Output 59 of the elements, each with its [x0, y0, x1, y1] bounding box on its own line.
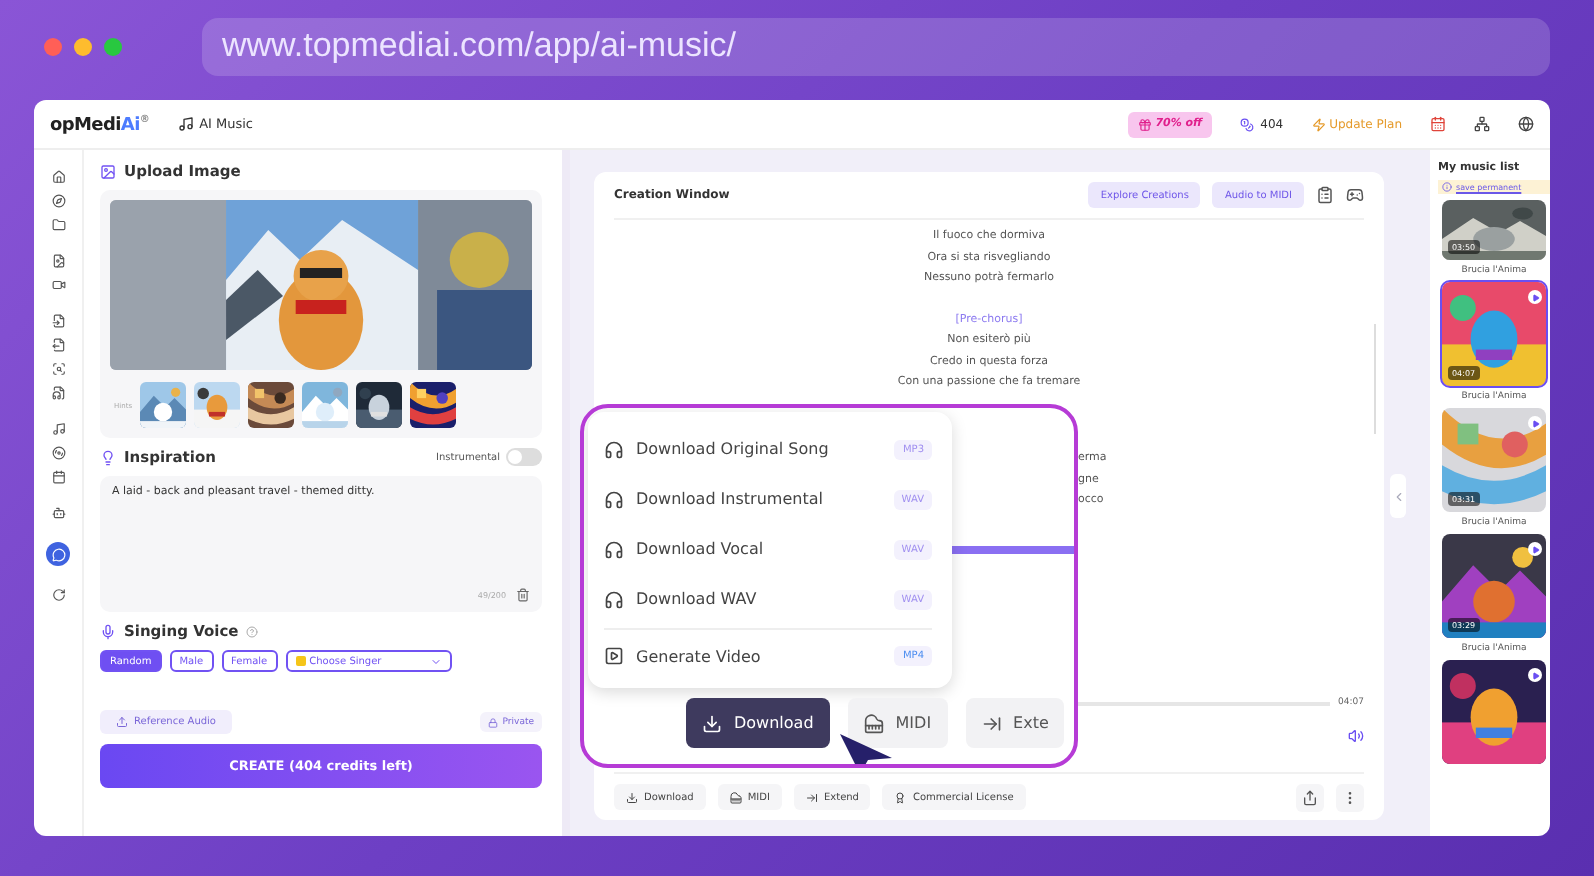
chevron-down-icon — [429, 655, 442, 667]
cursor-icon — [840, 734, 892, 764]
action-button[interactable]: Exte — [965, 698, 1065, 748]
image-file-icon[interactable] — [51, 254, 65, 268]
award-icon — [894, 791, 907, 803]
lightbulb-icon — [100, 449, 116, 465]
clipboard-icon[interactable] — [1316, 186, 1334, 204]
headphones-icon — [604, 589, 624, 609]
globe-icon[interactable] — [1518, 116, 1534, 132]
instrumental-toggle[interactable] — [506, 448, 542, 466]
scan-search-icon[interactable] — [51, 362, 65, 376]
refresh-icon[interactable] — [51, 588, 65, 602]
music-note-icon[interactable] — [51, 422, 65, 436]
lock-icon — [488, 717, 499, 727]
extend-icon — [805, 791, 818, 803]
coin-icon — [1240, 117, 1255, 131]
upload-icon — [116, 716, 128, 728]
info-icon — [1442, 182, 1452, 192]
file-export-icon[interactable] — [51, 338, 65, 352]
calendar-icon[interactable] — [1430, 116, 1446, 132]
piano-icon — [863, 713, 884, 733]
chevron-left-icon — [1391, 489, 1405, 503]
file-import-icon[interactable] — [51, 314, 65, 328]
download-icon — [626, 791, 638, 803]
crown-icon — [295, 656, 306, 666]
logo: opMediAi$^{®}$ — [50, 113, 150, 135]
piano-icon — [729, 791, 742, 803]
trash-icon[interactable] — [516, 588, 530, 602]
folder-icon[interactable] — [51, 218, 65, 232]
extend-icon — [981, 713, 1002, 733]
microphone-icon — [100, 623, 116, 639]
volume-icon[interactable] — [1348, 728, 1364, 744]
network-icon[interactable] — [1474, 116, 1490, 132]
action-button[interactable]: MIDI — [847, 698, 948, 748]
home-icon[interactable] — [51, 170, 65, 184]
action-button[interactable]: Download — [686, 698, 830, 748]
share-icon — [1302, 789, 1318, 805]
video-icon — [604, 646, 624, 666]
minimize-dot[interactable] — [74, 37, 92, 55]
music-note-icon — [177, 116, 194, 132]
lightning-icon — [1311, 117, 1326, 131]
headphones-icon — [604, 539, 624, 559]
headphones-icon — [604, 489, 624, 509]
compass-icon[interactable] — [51, 194, 65, 208]
robot-icon[interactable] — [51, 506, 65, 520]
audio-file-icon[interactable] — [51, 386, 65, 400]
image-icon — [100, 163, 116, 179]
headphones-icon — [604, 439, 624, 459]
chat-icon[interactable] — [51, 547, 65, 561]
share-button[interactable] — [1296, 783, 1324, 811]
video-icon[interactable] — [51, 278, 65, 292]
maximize-dot[interactable] — [104, 37, 122, 55]
gift-icon — [1137, 117, 1152, 131]
gamepad-icon[interactable] — [1346, 186, 1364, 204]
disc-icon[interactable] — [51, 446, 65, 460]
progress-fill — [952, 546, 1074, 554]
close-dot[interactable] — [44, 37, 62, 55]
calendar-icon[interactable] — [51, 470, 65, 484]
download-icon — [702, 713, 722, 733]
